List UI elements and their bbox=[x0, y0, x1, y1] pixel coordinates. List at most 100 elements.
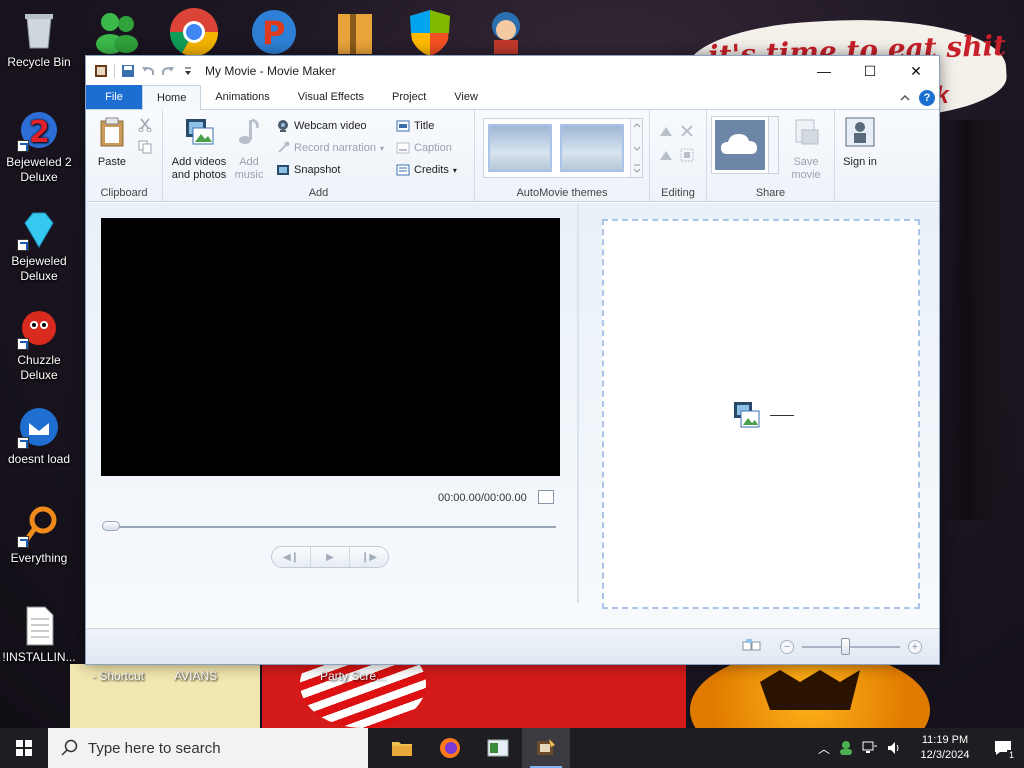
desktop-icon-p-app[interactable]: P bbox=[248, 6, 300, 58]
credits-button[interactable]: Credits ▾ bbox=[396, 163, 457, 177]
desktop-icon-label: !INSTALLIN... bbox=[2, 650, 76, 664]
group-add: Add videos and photos Add music Webcam v… bbox=[163, 110, 475, 202]
maximize-button[interactable]: ☐ bbox=[847, 56, 893, 86]
caption-button[interactable]: Caption bbox=[396, 141, 452, 155]
customize-qat-chevron-icon[interactable] bbox=[181, 64, 195, 78]
network-icon[interactable] bbox=[862, 740, 878, 756]
clock-date: 12/3/2024 bbox=[920, 749, 970, 761]
zoom-in-button[interactable]: + bbox=[908, 640, 922, 654]
taskbar-search-box[interactable]: Type here to search bbox=[48, 728, 368, 768]
help-icon[interactable]: ? bbox=[919, 90, 935, 106]
taskbar-firefox[interactable] bbox=[426, 728, 474, 768]
storyboard-view-icon[interactable] bbox=[742, 638, 762, 654]
webcam-video-button[interactable]: Webcam video bbox=[276, 119, 367, 133]
share-gallery-scroll[interactable] bbox=[769, 116, 779, 174]
music-note-icon bbox=[239, 118, 259, 144]
tab-file[interactable]: File bbox=[86, 85, 142, 109]
desktop-icon-recycle-bin[interactable]: Recycle Bin bbox=[2, 8, 76, 70]
taskbar-file-explorer[interactable] bbox=[378, 728, 426, 768]
firefox-icon bbox=[440, 738, 460, 758]
ribbon-tabs: File Home Animations Visual Effects Proj… bbox=[86, 85, 939, 110]
shortcut-arrow-icon bbox=[17, 437, 29, 449]
title-button[interactable]: Title bbox=[396, 119, 434, 133]
taskbar-movie-maker[interactable] bbox=[522, 728, 570, 768]
add-music-button[interactable]: Add music bbox=[231, 116, 267, 182]
zoom-out-button[interactable]: − bbox=[780, 640, 794, 654]
zip-folder-icon bbox=[338, 14, 372, 54]
desktop-icon-windows-shield[interactable] bbox=[404, 6, 456, 58]
desktop-icon-folder-zip[interactable] bbox=[330, 6, 382, 58]
next-frame-button[interactable]: ❙▶ bbox=[350, 547, 388, 567]
select-all-icon[interactable] bbox=[680, 148, 694, 162]
minimize-button[interactable]: — bbox=[801, 56, 847, 86]
webcam-icon bbox=[278, 120, 288, 132]
redo-icon[interactable] bbox=[161, 64, 175, 78]
volume-icon[interactable] bbox=[886, 740, 902, 756]
snapshot-label: Snapshot bbox=[294, 164, 341, 176]
desktop-icon-thunderbird[interactable]: doesnt load bbox=[2, 405, 76, 467]
themes-group-label: AutoMovie themes bbox=[516, 187, 608, 199]
snapshot-button[interactable]: Snapshot bbox=[276, 163, 340, 177]
sign-in-button[interactable]: Sign in bbox=[841, 116, 879, 169]
paste-button[interactable]: Paste bbox=[92, 116, 132, 169]
desktop-icon-installing[interactable]: !INSTALLIN... bbox=[2, 603, 76, 665]
add-videos-label: Add videos and photos bbox=[171, 156, 227, 181]
remove-icon[interactable] bbox=[680, 124, 694, 138]
tab-project[interactable]: Project bbox=[378, 85, 440, 109]
notification-count-badge: 1 bbox=[1006, 750, 1016, 760]
playback-controls: ◀❙ ▶ ❙▶ bbox=[271, 546, 389, 568]
cut-icon[interactable] bbox=[138, 118, 152, 132]
rotate-right-icon[interactable] bbox=[658, 148, 674, 162]
action-center-button[interactable]: 1 bbox=[988, 728, 1018, 768]
theme-thumbnail-2[interactable] bbox=[560, 124, 624, 172]
desktop-icon-game-character[interactable] bbox=[480, 6, 532, 58]
p-logo-icon: P bbox=[252, 10, 296, 54]
onedrive-share-button[interactable] bbox=[715, 120, 765, 170]
previous-frame-button[interactable]: ◀❙ bbox=[272, 547, 311, 567]
seek-thumb[interactable] bbox=[102, 521, 120, 531]
add-media-placeholder-icon[interactable] bbox=[733, 401, 761, 429]
copy-icon[interactable] bbox=[138, 140, 152, 154]
desktop-icon-bejeweled-2[interactable]: 2 Bejeweled 2 Deluxe bbox=[2, 108, 76, 185]
zoom-slider-thumb[interactable] bbox=[841, 638, 850, 655]
snapshot-icon bbox=[277, 165, 289, 175]
theme-thumbnail-1[interactable] bbox=[488, 124, 552, 172]
storyboard-pane[interactable] bbox=[602, 219, 920, 609]
desktop-icon-chrome[interactable] bbox=[168, 6, 220, 58]
desktop-icon-bejeweled[interactable]: Bejeweled Deluxe bbox=[2, 207, 76, 284]
close-button[interactable]: ✕ bbox=[893, 56, 939, 86]
desktop-icon-messenger[interactable] bbox=[92, 6, 144, 58]
add-videos-photos-button[interactable]: Add videos and photos bbox=[167, 116, 231, 182]
taskbar-clock[interactable]: 11:19 PM 12/3/2024 bbox=[910, 733, 980, 763]
play-button[interactable]: ▶ bbox=[311, 547, 350, 567]
undo-icon[interactable] bbox=[141, 64, 155, 78]
desktop-icon-chuzzle[interactable]: Chuzzle Deluxe bbox=[2, 306, 76, 383]
status-bar: − + bbox=[86, 628, 939, 664]
start-button[interactable] bbox=[0, 728, 48, 768]
tab-view[interactable]: View bbox=[440, 85, 492, 109]
video-preview[interactable] bbox=[101, 218, 560, 476]
caption-label: Caption bbox=[414, 142, 452, 154]
ribbon-home: Paste Clipboard Add videos and photos Ad… bbox=[86, 110, 939, 202]
svg-text:P: P bbox=[262, 14, 285, 52]
collapse-ribbon-chevron-icon[interactable] bbox=[899, 92, 911, 104]
desktop-icon-everything[interactable]: Everything bbox=[2, 504, 76, 566]
fullscreen-preview-icon[interactable] bbox=[538, 490, 554, 504]
tab-visual-effects[interactable]: Visual Effects bbox=[284, 85, 378, 109]
tab-home[interactable]: Home bbox=[142, 85, 202, 110]
taskbar-app-window[interactable] bbox=[474, 728, 522, 768]
pane-splitter[interactable] bbox=[577, 203, 579, 603]
movie-maker-icon bbox=[537, 739, 555, 755]
people-tray-icon[interactable] bbox=[838, 740, 854, 756]
tab-animations[interactable]: Animations bbox=[201, 85, 283, 109]
themes-gallery-scroll[interactable] bbox=[630, 119, 642, 177]
title-bar[interactable]: My Movie - Movie Maker — ☐ ✕ bbox=[86, 56, 939, 86]
save-movie-button[interactable]: Save movie bbox=[785, 116, 827, 182]
seek-bar[interactable] bbox=[104, 526, 556, 528]
record-narration-button[interactable]: Record narration ▾ bbox=[276, 141, 384, 155]
zoom-slider-track[interactable] bbox=[802, 646, 900, 648]
save-icon[interactable] bbox=[121, 64, 135, 78]
rotate-left-icon[interactable] bbox=[658, 124, 674, 138]
show-hidden-icons-chevron-icon[interactable]: ︿ bbox=[818, 740, 830, 757]
desktop-icon-label: Chuzzle Deluxe bbox=[17, 353, 61, 382]
